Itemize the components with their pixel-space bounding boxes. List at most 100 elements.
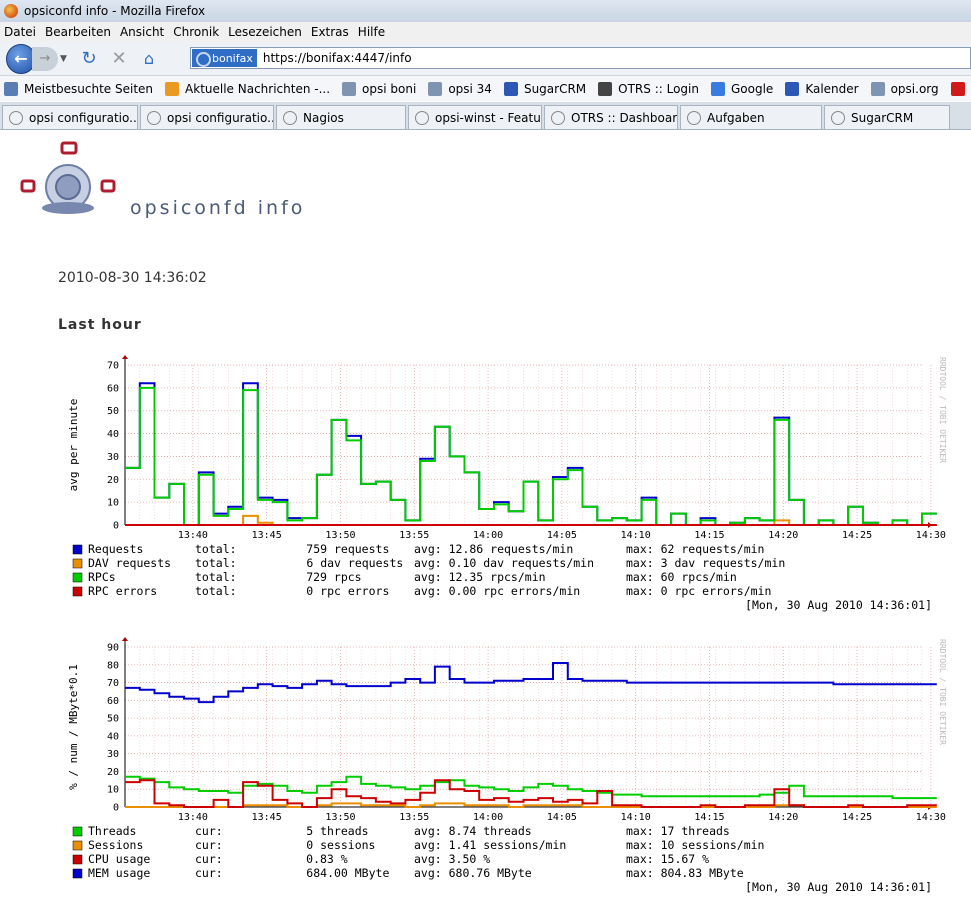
y-tick-label: 70 xyxy=(107,361,119,372)
legend-total: 729 rpcs xyxy=(306,570,361,584)
x-tick-label: 13:45 xyxy=(252,812,282,823)
reload-icon: ↻ xyxy=(81,48,97,69)
opsi-icon xyxy=(9,110,23,125)
legend-swatch xyxy=(72,572,83,583)
bookmark-9[interactable]: DB xyxy=(950,81,971,96)
x-tick-label: 13:40 xyxy=(178,812,208,823)
otrs-icon xyxy=(598,81,613,96)
tab-5[interactable]: Aufgaben xyxy=(680,105,822,129)
legend-swatch xyxy=(72,840,83,851)
x-tick-label: 13:50 xyxy=(325,530,355,541)
report-date: 2010-08-30 14:36:02 xyxy=(58,270,207,286)
y-tick-label: 40 xyxy=(107,731,119,742)
menu-item-ansicht[interactable]: Ansicht xyxy=(120,25,164,39)
legend-label: total: xyxy=(195,584,237,598)
x-tick-label: 14:25 xyxy=(842,812,872,823)
legend-total: 759 requests xyxy=(306,542,389,556)
address-bar[interactable]: bonifax https://bonifax:4447/info xyxy=(190,47,971,69)
bookmark-2[interactable]: opsi boni xyxy=(342,81,417,96)
x-tick-label: 14:30 xyxy=(916,530,946,541)
legend-name: Requests xyxy=(88,542,143,556)
page-title: opsiconfd info xyxy=(130,197,306,219)
tab-bar: opsi configuratio... opsi configuratio...… xyxy=(0,102,971,130)
menu-item-chronik[interactable]: Chronik xyxy=(173,25,219,39)
opsi-icon xyxy=(342,81,357,96)
y-axis-label: avg per minute xyxy=(67,399,80,492)
y-axis-arrow xyxy=(122,355,128,359)
x-tick-label: 14:20 xyxy=(768,530,798,541)
bookmark-4[interactable]: SugarCRM xyxy=(503,81,587,96)
menu-item-bearbeiten[interactable]: Bearbeiten xyxy=(45,25,111,39)
legend-label: cur: xyxy=(195,824,223,838)
x-tick-label: 14:10 xyxy=(621,530,651,541)
menu-item-hilfe[interactable]: Hilfe xyxy=(358,25,385,39)
tab-1[interactable]: opsi configuratio... xyxy=(140,105,274,129)
opsi-icon xyxy=(147,110,161,125)
otrs-icon xyxy=(551,110,565,125)
tab-label: opsi configuratio... xyxy=(167,110,274,125)
bookmark-6[interactable]: Google xyxy=(710,81,773,96)
legend-swatch xyxy=(72,868,83,879)
legend-name: RPCs xyxy=(88,570,116,584)
y-tick-label: 60 xyxy=(107,383,119,394)
bookmark-7[interactable]: Kalender xyxy=(785,81,859,96)
menu-item-extras[interactable]: Extras xyxy=(311,25,349,39)
reload-button[interactable]: ↻ xyxy=(76,46,102,72)
y-tick-label: 70 xyxy=(107,678,119,689)
forward-button[interactable]: → xyxy=(32,46,58,71)
chart-timestamp: [Mon, 30 Aug 2010 14:36:01] xyxy=(745,598,932,612)
bookmark-8[interactable]: opsi.org xyxy=(870,81,939,96)
tab-label: SugarCRM xyxy=(851,110,914,125)
site-identity-badge[interactable]: bonifax xyxy=(192,49,257,67)
legend-name: DAV requests xyxy=(88,556,171,570)
tab-label: OTRS :: Dashboard xyxy=(571,110,678,125)
tab-0[interactable]: opsi configuratio... xyxy=(2,105,138,129)
y-tick-label: 20 xyxy=(107,475,119,486)
home-button[interactable]: ⌂ xyxy=(136,46,162,72)
x-tick-label: 13:40 xyxy=(178,530,208,541)
legend-avg: avg: 12.86 requests/min xyxy=(414,542,573,556)
stop-button[interactable]: ✕ xyxy=(106,46,132,72)
tab-3[interactable]: opsi-winst - Featu... xyxy=(408,105,542,129)
legend-total: 0 sessions xyxy=(306,838,375,852)
tab-label: Nagios xyxy=(303,110,344,125)
section-heading: Last hour xyxy=(58,317,142,333)
menu-item-lesezeichen[interactable]: Lesezeichen xyxy=(228,25,302,39)
tasks-icon xyxy=(687,110,701,125)
google-icon xyxy=(710,81,725,96)
bookmark-3[interactable]: opsi 34 xyxy=(428,81,492,96)
tab-6[interactable]: SugarCRM xyxy=(824,105,950,129)
menu-item-datei[interactable]: Datei xyxy=(4,25,36,39)
tab-4[interactable]: OTRS :: Dashboard xyxy=(544,105,678,129)
x-tick-label: 14:30 xyxy=(916,812,946,823)
bookmark-5[interactable]: OTRS :: Login xyxy=(598,81,699,96)
x-tick-label: 14:00 xyxy=(473,530,503,541)
bookmark-1[interactable]: Aktuelle Nachrichten -... xyxy=(165,81,330,96)
chart-timestamp: [Mon, 30 Aug 2010 14:36:01] xyxy=(745,880,932,894)
bookmarks-toolbar: Meistbesuchte Seiten Aktuelle Nachrichten… xyxy=(0,76,971,101)
x-tick-label: 14:05 xyxy=(547,812,577,823)
series-line-cpu-usage xyxy=(125,779,937,808)
bookmark-label: SugarCRM xyxy=(523,81,587,96)
page-content: opsiconfd info 2010-08-30 14:36:02 Last … xyxy=(0,131,971,908)
legend-label: cur: xyxy=(195,838,223,852)
bookmark-label: Meistbesuchte Seiten xyxy=(24,81,154,96)
menu-bar: Datei Bearbeiten Ansicht Chronik Lesezei… xyxy=(0,22,971,42)
tab-label: opsi-winst - Featu... xyxy=(435,110,542,125)
y-tick-label: 10 xyxy=(107,498,119,509)
bookmark-label: Kalender xyxy=(805,81,859,96)
legend-avg: avg: 8.74 threads xyxy=(414,824,532,838)
history-dropdown-icon[interactable]: ▼ xyxy=(60,54,72,64)
calendar-icon xyxy=(785,81,800,96)
legend-total: 5 threads xyxy=(306,824,368,838)
legend-label: cur: xyxy=(195,866,223,880)
legend-total: 684.00 MByte xyxy=(306,866,389,880)
tab-2[interactable]: Nagios xyxy=(276,105,406,129)
x-tick-label: 14:20 xyxy=(768,812,798,823)
window-title: opsiconfd info - Mozilla Firefox xyxy=(24,4,206,18)
url-text[interactable]: https://bonifax:4447/info xyxy=(263,51,412,65)
bookmark-label: opsi boni xyxy=(362,81,417,96)
bookmark-0[interactable]: Meistbesuchte Seiten xyxy=(4,81,154,96)
opsi-icon xyxy=(870,81,885,96)
legend-label: cur: xyxy=(195,852,223,866)
